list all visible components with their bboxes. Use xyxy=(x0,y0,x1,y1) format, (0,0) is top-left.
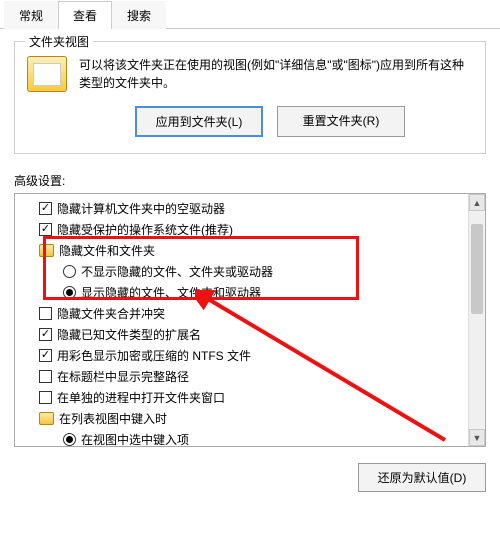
tree-item[interactable]: 隐藏已知文件类型的扩展名 xyxy=(21,324,462,345)
scroll-thumb[interactable] xyxy=(471,224,483,314)
tab-search[interactable]: 搜索 xyxy=(112,1,166,29)
folder-icon xyxy=(27,56,67,92)
tree-item-label: 在标题栏中显示完整路径 xyxy=(57,368,189,385)
scrollbar[interactable]: ▲ ▼ xyxy=(468,194,485,446)
radio-icon[interactable] xyxy=(63,286,76,299)
scroll-up-button[interactable]: ▲ xyxy=(469,194,485,211)
tree-item-label: 隐藏文件夹合并冲突 xyxy=(57,305,165,322)
tree-item[interactable]: 隐藏文件夹合并冲突 xyxy=(21,303,462,324)
checkbox-icon[interactable] xyxy=(39,307,52,320)
tab-general[interactable]: 常规 xyxy=(4,1,58,29)
scroll-down-button[interactable]: ▼ xyxy=(469,429,485,446)
checkbox-icon[interactable] xyxy=(39,223,52,236)
tree-item[interactable]: 在视图中选中键入项 xyxy=(21,429,462,446)
checkbox-icon[interactable] xyxy=(39,349,52,362)
tree-item[interactable]: 在单独的进程中打开文件夹窗口 xyxy=(21,387,462,408)
reset-folders-button[interactable]: 重置文件夹(R) xyxy=(277,106,405,137)
tree-item-label: 隐藏文件和文件夹 xyxy=(59,242,155,259)
tree-item: 隐藏文件和文件夹 xyxy=(21,240,462,261)
checkbox-icon[interactable] xyxy=(39,202,52,215)
radio-icon[interactable] xyxy=(63,265,76,278)
tree-item-label: 不显示隐藏的文件、文件夹或驱动器 xyxy=(81,263,273,280)
tree-item: 在列表视图中键入时 xyxy=(21,408,462,429)
advanced-label: 高级设置: xyxy=(14,172,486,189)
radio-icon[interactable] xyxy=(63,433,76,446)
tree-item-label: 隐藏已知文件类型的扩展名 xyxy=(57,326,201,343)
tab-view[interactable]: 查看 xyxy=(58,1,112,29)
tree-item[interactable]: 用彩色显示加密或压缩的 NTFS 文件 xyxy=(21,345,462,366)
tree-item-label: 在视图中选中键入项 xyxy=(81,431,189,446)
tree-item-label: 在列表视图中键入时 xyxy=(59,410,167,427)
apply-to-folders-button[interactable]: 应用到文件夹(L) xyxy=(135,106,263,137)
checkbox-icon[interactable] xyxy=(39,370,52,383)
tree-item-label: 用彩色显示加密或压缩的 NTFS 文件 xyxy=(57,347,251,364)
advanced-settings-tree: 隐藏计算机文件夹中的空驱动器隐藏受保护的操作系统文件(推荐) 隐藏文件和文件夹不显… xyxy=(14,193,486,447)
folder-icon xyxy=(39,412,54,425)
folder-views-group: 文件夹视图 可以将该文件夹正在使用的视图(例如"详细信息"或"图标")应用到所有… xyxy=(14,41,486,154)
checkbox-icon[interactable] xyxy=(39,391,52,404)
tree-item[interactable]: 隐藏计算机文件夹中的空驱动器 xyxy=(21,198,462,219)
tree-item-label: 隐藏受保护的操作系统文件(推荐) xyxy=(57,221,233,238)
tree-item[interactable]: 显示隐藏的文件、文件夹和驱动器 xyxy=(21,282,462,303)
tree-item-label: 在单独的进程中打开文件夹窗口 xyxy=(57,389,225,406)
restore-defaults-button[interactable]: 还原为默认值(D) xyxy=(358,463,486,492)
group-title: 文件夹视图 xyxy=(25,33,93,50)
tree-item[interactable]: 不显示隐藏的文件、文件夹或驱动器 xyxy=(21,261,462,282)
folder-icon xyxy=(39,244,54,257)
group-description: 可以将该文件夹正在使用的视图(例如"详细信息"或"图标")应用到所有这种类型的文… xyxy=(79,56,473,92)
tree-item[interactable]: 隐藏受保护的操作系统文件(推荐) xyxy=(21,219,462,240)
tree-item-label: 显示隐藏的文件、文件夹和驱动器 xyxy=(81,284,261,301)
tree-item[interactable]: 在标题栏中显示完整路径 xyxy=(21,366,462,387)
tree-item-label: 隐藏计算机文件夹中的空驱动器 xyxy=(57,200,225,217)
checkbox-icon[interactable] xyxy=(39,328,52,341)
tab-bar: 常规 查看 搜索 xyxy=(0,0,500,29)
